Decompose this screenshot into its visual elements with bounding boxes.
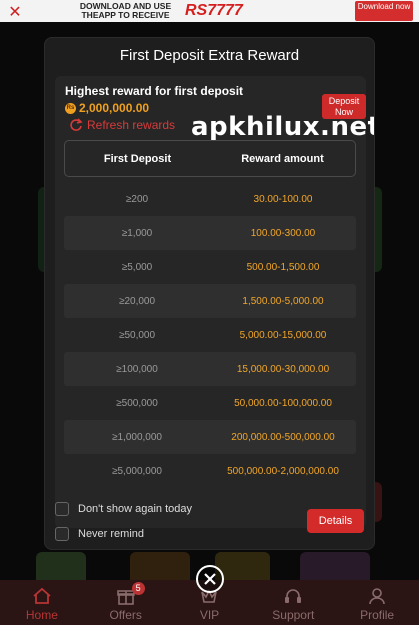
details-button[interactable]: Details	[307, 509, 364, 533]
reward-cell: 15,000.00-30,000.00	[236, 363, 330, 375]
never-remind-checkbox[interactable]	[55, 527, 69, 541]
header-first-deposit: First Deposit	[103, 152, 172, 165]
first-deposit-modal: First Deposit Extra Reward Highest rewar…	[44, 37, 375, 550]
table-row: ≥1,000,000 200,000.00-500,000.00	[64, 420, 356, 454]
headset-icon	[283, 586, 303, 606]
nav-label: Profile	[360, 608, 395, 622]
promo-text: DOWNLOAD AND USE THEAPP TO RECEIVE	[79, 1, 172, 20]
table-row: ≥50,000 5,000.00-15,000.00	[64, 318, 356, 352]
deposit-cell: ≥50,000	[118, 329, 156, 341]
nav-label: Support	[272, 608, 315, 622]
dont-show-today-checkbox[interactable]	[55, 502, 69, 516]
reward-cell: 500,000.00-2,000,000.00	[227, 465, 339, 477]
deposit-cell: ≥100,000	[116, 363, 158, 375]
nav-support[interactable]: Support	[251, 580, 335, 625]
watermark: apkhilux.net	[191, 112, 375, 142]
reward-cell: 5,000.00-15,000.00	[239, 329, 327, 341]
table-row: ≥20,000 1,500.00-5,000.00	[64, 284, 356, 318]
rupee-coin-icon: Rs	[65, 102, 76, 114]
nav-profile[interactable]: Profile	[335, 580, 419, 625]
reward-cell: 50,000.00-100,000.00	[234, 397, 332, 409]
never-remind-option[interactable]: Never remind	[55, 527, 144, 541]
reward-cell: 500.00-1,500.00	[246, 261, 320, 273]
dont-show-today-option[interactable]: Don't show again today	[55, 502, 192, 516]
offers-badge: 5	[131, 582, 145, 595]
table-row: ≥5,000 500.00-1,500.00	[64, 250, 356, 284]
reward-cell: 100.00-300.00	[250, 227, 316, 239]
table-row: ≥500,000 50,000.00-100,000.00	[64, 386, 356, 420]
nav-label: VIP	[199, 608, 220, 622]
close-icon[interactable]: ✕	[0, 2, 30, 21]
highest-reward-label: Highest reward for first deposit	[65, 84, 244, 98]
promo-banner: ✕ DOWNLOAD AND USE THEAPP TO RECEIVE RS7…	[0, 0, 419, 22]
close-icon	[204, 573, 216, 585]
download-button[interactable]: Download now	[355, 1, 413, 21]
table-row: ≥1,000 100.00-300.00	[64, 216, 356, 250]
table-row: ≥200 30.00-100.00	[64, 182, 356, 216]
close-modal-button[interactable]	[196, 565, 224, 593]
promo-amount: RS7777	[185, 2, 243, 19]
deposit-cell: ≥5,000,000	[112, 465, 162, 477]
table-header: First Deposit Reward amount	[64, 140, 356, 177]
reward-table: ≥200 30.00-100.00 ≥1,000 100.00-300.00 ≥5,…	[64, 182, 356, 488]
deposit-cell: ≥500,000	[116, 397, 158, 409]
refresh-label: Refresh rewards	[87, 118, 176, 132]
header-reward-amount: Reward amount	[241, 152, 324, 165]
highest-value: 2,000,000.00	[79, 101, 150, 115]
nav-label: Home	[25, 608, 58, 622]
deposit-cell: ≥1,000,000	[112, 431, 162, 443]
table-row: ≥5,000,000 500,000.00-2,000,000.00	[64, 454, 356, 488]
deposit-cell: ≥20,000	[118, 295, 156, 307]
deposit-cell: ≥200	[125, 193, 149, 205]
reward-cell: 1,500.00-5,000.00	[242, 295, 324, 307]
deposit-cell: ≥5,000	[121, 261, 153, 273]
dont-show-today-label: Don't show again today	[78, 503, 193, 515]
reward-panel: Highest reward for first deposit Rs 2,00…	[55, 76, 374, 528]
home-icon	[32, 586, 52, 606]
nav-home[interactable]: Home	[0, 580, 84, 625]
refresh-icon	[70, 118, 83, 131]
modal-title: First Deposit Extra Reward	[119, 47, 300, 64]
reward-cell: 200,000.00-500,000.00	[231, 431, 335, 443]
refresh-rewards-link[interactable]: Refresh rewards	[69, 118, 175, 132]
deposit-cell: ≥1,000	[121, 227, 153, 239]
nav-label: Offers	[109, 608, 142, 622]
reward-cell: 30.00-100.00	[253, 193, 313, 205]
table-row: ≥100,000 15,000.00-30,000.00	[64, 352, 356, 386]
highest-reward-value: Rs 2,000,000.00	[65, 101, 149, 115]
never-remind-label: Never remind	[78, 528, 145, 540]
nav-offers[interactable]: 5 Offers	[84, 580, 168, 625]
person-icon	[367, 586, 387, 606]
